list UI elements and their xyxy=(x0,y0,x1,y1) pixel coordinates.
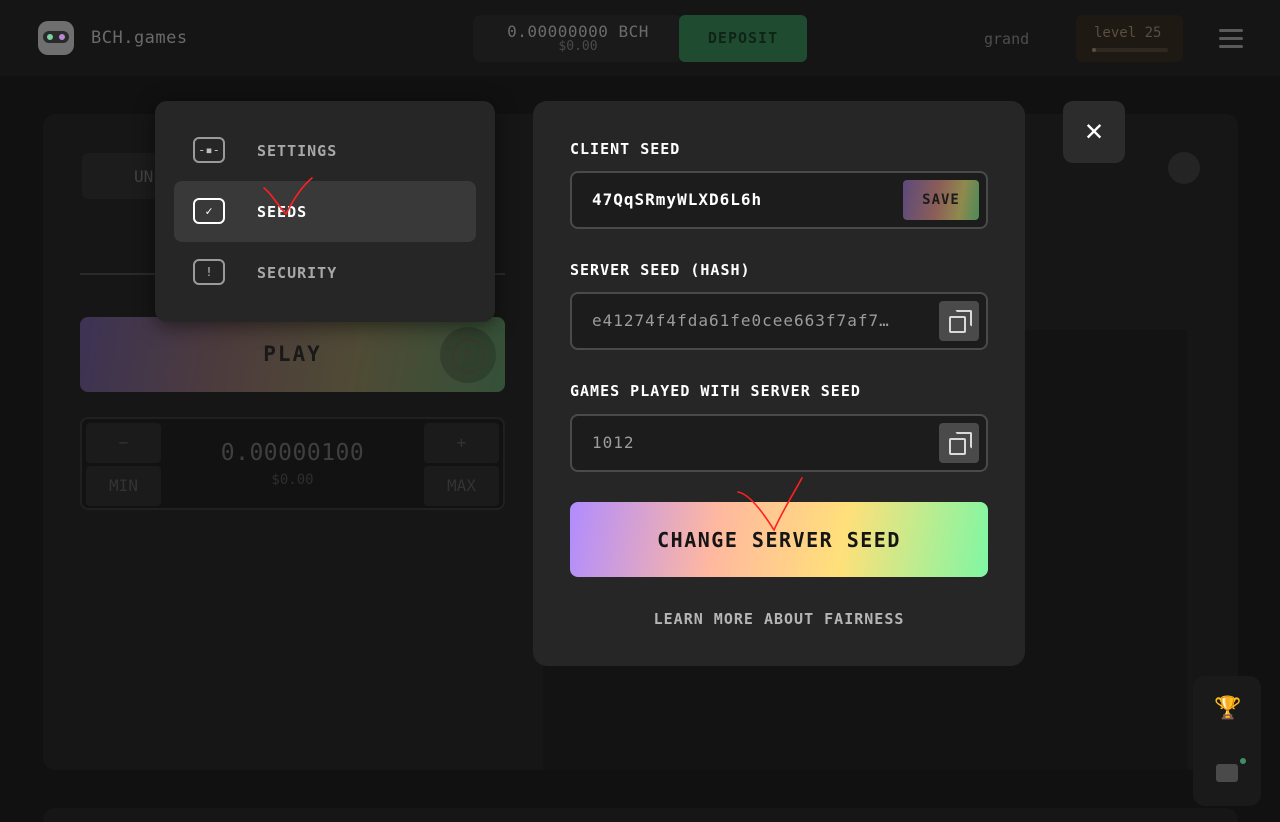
change-server-seed-label: CHANGE SERVER SEED xyxy=(657,528,901,552)
page: BCH.games 0.00000000 BCH $0.00 DEPOSIT g… xyxy=(0,0,1280,822)
account-menu: -▪- SETTINGS ✓ SEEDS ! SECURITY xyxy=(155,101,495,322)
decrease-bet-button[interactable]: − xyxy=(86,423,161,463)
learn-more-fairness-link[interactable]: LEARN MORE ABOUT FAIRNESS xyxy=(533,610,1025,628)
close-modal-button[interactable]: ✕ xyxy=(1063,101,1125,163)
max-bet-button[interactable]: MAX xyxy=(424,466,499,506)
trophy-icon[interactable]: 🏆 xyxy=(1214,696,1241,722)
bet-amount-fiat: $0.00 xyxy=(271,472,314,488)
server-seed-field: e41274f4fda61fe0cee663f7af7… xyxy=(570,292,988,350)
level-label: level 25 xyxy=(1094,25,1162,41)
server-seed-value: e41274f4fda61fe0cee663f7af7… xyxy=(592,311,890,330)
increase-bet-button[interactable]: + xyxy=(424,423,499,463)
gamepad-logo-icon[interactable] xyxy=(38,21,74,55)
save-client-seed-button[interactable]: SAVE xyxy=(903,180,979,220)
hamburger-menu-icon[interactable] xyxy=(1219,29,1243,48)
check-box-icon: ✓ xyxy=(193,198,225,224)
menu-item-seeds[interactable]: ✓ SEEDS xyxy=(174,181,476,242)
balance-display[interactable]: 0.00000000 BCH $0.00 xyxy=(473,15,683,62)
client-seed-label: CLIENT SEED xyxy=(570,140,681,158)
min-bet-button[interactable]: MIN xyxy=(86,466,161,506)
copy-server-seed-icon[interactable] xyxy=(939,301,979,341)
games-played-label: GAMES PLAYED WITH SERVER SEED xyxy=(570,382,861,400)
chat-icon[interactable] xyxy=(1216,764,1238,782)
menu-item-label: SEEDS xyxy=(257,203,308,221)
balance-fiat: $0.00 xyxy=(558,39,598,54)
menu-item-label: SETTINGS xyxy=(257,142,338,160)
level-badge[interactable]: level 25 xyxy=(1076,15,1183,62)
change-server-seed-button[interactable]: CHANGE SERVER SEED xyxy=(570,502,988,577)
server-seed-label: SERVER SEED (HASH) xyxy=(570,261,751,279)
bottom-panel xyxy=(43,808,1238,822)
list-icon[interactable] xyxy=(1168,152,1200,184)
game-mode-tab[interactable]: UN xyxy=(82,153,162,199)
level-progress-bar xyxy=(1092,48,1168,52)
games-played-field: 1012 xyxy=(570,414,988,472)
menu-item-label: SECURITY xyxy=(257,264,338,282)
menu-item-settings[interactable]: -▪- SETTINGS xyxy=(174,120,476,181)
username[interactable]: grand xyxy=(984,30,1029,48)
autoplay-icon[interactable] xyxy=(440,327,496,383)
seeds-modal: CLIENT SEED 47QqSRmyWLXD6L6h SAVE SERVER… xyxy=(533,101,1025,666)
lock-icon: ! xyxy=(193,259,225,285)
level-progress-fill xyxy=(1092,48,1096,52)
chat-notification-dot xyxy=(1240,758,1246,764)
sliders-icon: -▪- xyxy=(193,137,225,163)
games-played-value: 1012 xyxy=(592,433,635,452)
client-seed-field[interactable]: 47QqSRmyWLXD6L6h SAVE xyxy=(570,171,988,229)
client-seed-value[interactable]: 47QqSRmyWLXD6L6h xyxy=(592,190,762,209)
bet-amount-value[interactable]: 0.00000100 xyxy=(160,440,425,466)
deposit-button[interactable]: DEPOSIT xyxy=(679,15,807,62)
menu-item-security[interactable]: ! SECURITY xyxy=(174,242,476,303)
brand-name[interactable]: BCH.games xyxy=(91,28,188,48)
copy-games-played-icon[interactable] xyxy=(939,423,979,463)
top-header: BCH.games 0.00000000 BCH $0.00 DEPOSIT g… xyxy=(0,0,1280,76)
